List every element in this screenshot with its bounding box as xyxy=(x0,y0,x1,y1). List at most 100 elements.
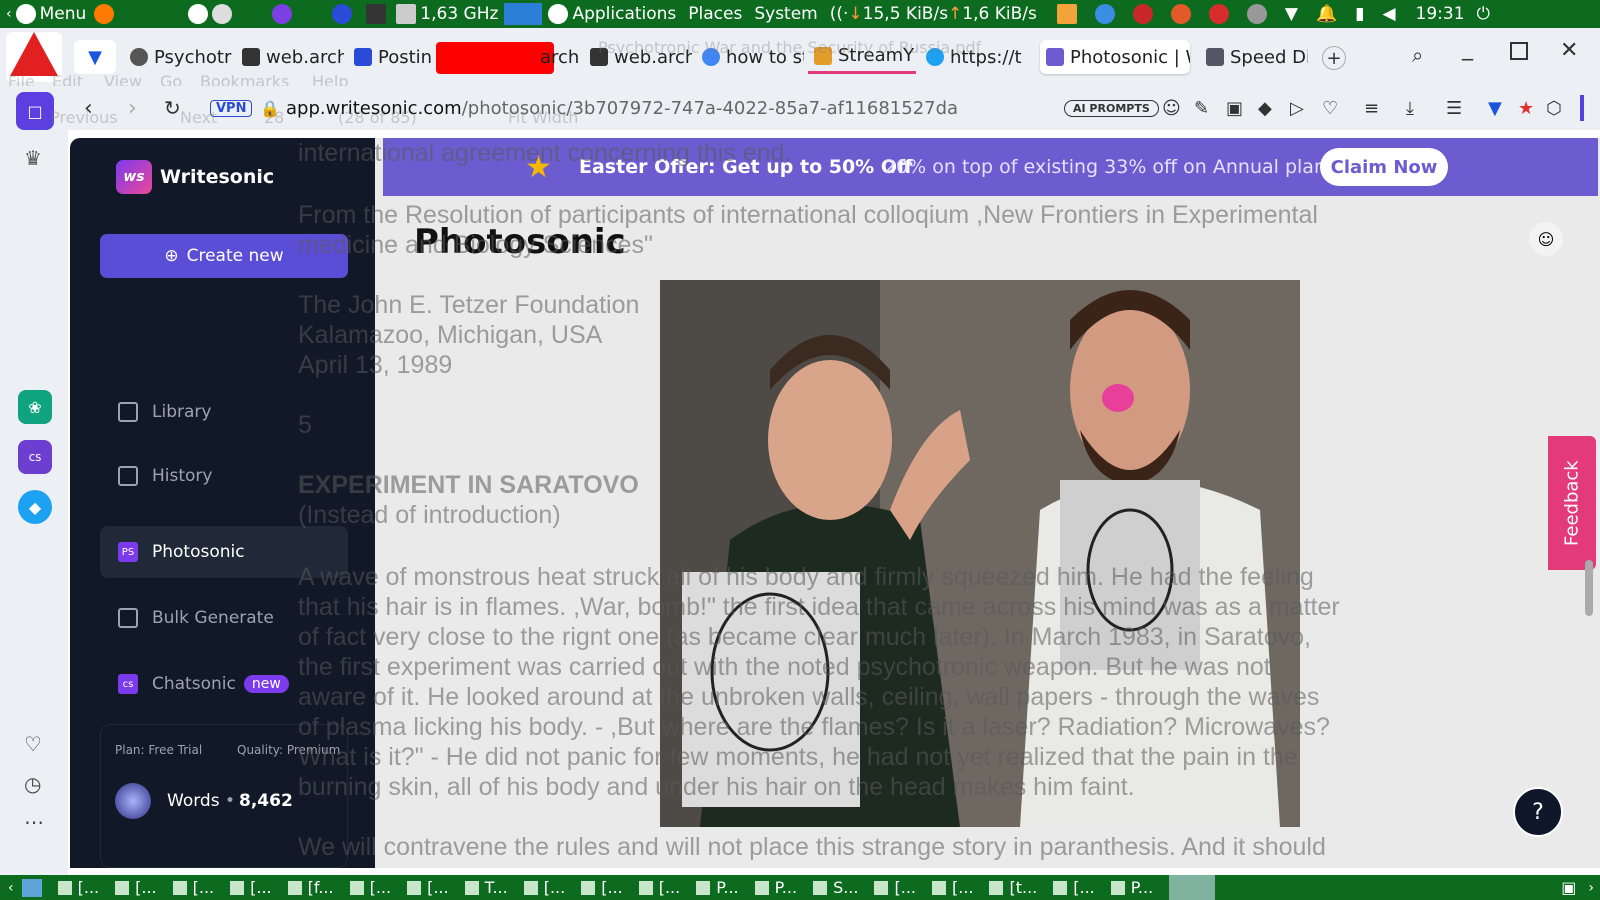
qbittorrent-icon[interactable] xyxy=(1094,4,1115,24)
chatsonic-icon[interactable]: cs xyxy=(18,440,52,474)
new-tab-button[interactable]: + xyxy=(1322,46,1346,70)
reader-icon[interactable]: □ xyxy=(16,92,54,130)
tab-speed-dial[interactable]: Speed Di xyxy=(1200,40,1308,74)
tab-photosonic[interactable]: Photosonic | W xyxy=(1040,40,1190,74)
battery-icon[interactable]: ▮ xyxy=(1355,4,1364,24)
ai-prompts-button[interactable]: AI PROMPTS xyxy=(1064,99,1159,117)
chatgpt-icon[interactable]: ❀ xyxy=(18,390,52,424)
taskbar-item[interactable]: [... xyxy=(52,878,110,897)
record-icon[interactable] xyxy=(1208,4,1229,24)
extension-v-icon[interactable]: ▼ xyxy=(1488,98,1502,119)
tab-posting[interactable]: Postin xyxy=(348,40,438,74)
places-menu[interactable]: Places xyxy=(682,4,748,24)
tray-icon[interactable]: ▣ xyxy=(1555,878,1582,897)
wifi-signal-icon[interactable]: ▼ xyxy=(1285,4,1298,24)
taskbar-label: [... xyxy=(427,878,449,897)
forward-button[interactable]: › xyxy=(128,96,137,121)
show-desktop-icon[interactable] xyxy=(21,878,42,897)
gear-icon[interactable] xyxy=(212,4,233,24)
o-icon[interactable] xyxy=(332,4,353,24)
power-icon[interactable]: ⏻ xyxy=(1477,4,1490,24)
twitter-panel-icon[interactable]: ◆ xyxy=(18,490,52,524)
taskbar-item[interactable]: S... xyxy=(807,878,868,897)
nav-history[interactable]: History xyxy=(118,466,212,486)
app-icon[interactable] xyxy=(272,4,293,24)
crown-icon[interactable]: ♛ xyxy=(24,146,42,170)
help-button[interactable]: ? xyxy=(1513,787,1563,837)
cpu-graph xyxy=(504,3,543,25)
send-icon[interactable]: ▷ xyxy=(1290,98,1304,119)
nav-chatsonic[interactable]: cs Chatsonic new xyxy=(118,674,289,694)
taskbar-item[interactable]: [t... xyxy=(983,878,1047,897)
download-icon[interactable]: ⤓ xyxy=(1406,98,1414,119)
a-icon[interactable] xyxy=(188,4,209,24)
reading-list-icon[interactable]: ≡ xyxy=(1364,98,1379,119)
plus-circle-icon: ⊕ xyxy=(164,246,179,266)
taskbar-item[interactable]: P... xyxy=(749,878,807,897)
tab-psychotr[interactable]: Psychotr xyxy=(124,40,232,74)
taskbar-item[interactable]: [... xyxy=(575,878,633,897)
menu-button[interactable]: ‹ Menu xyxy=(0,4,92,24)
nav-photosonic[interactable]: PS Photosonic xyxy=(118,542,245,562)
panel-toggle[interactable] xyxy=(1580,95,1584,121)
taskbar-label: [... xyxy=(951,878,974,897)
taskbar-item[interactable]: P... xyxy=(690,878,748,897)
window-icon xyxy=(638,880,653,895)
tab-webarch-1[interactable]: web.arch xyxy=(236,40,344,74)
terminal-icon[interactable] xyxy=(366,4,387,24)
extension-red-icon[interactable]: ★ xyxy=(1518,98,1534,119)
system-menu[interactable]: System xyxy=(748,4,823,24)
shield-icon[interactable]: ◆ xyxy=(1258,98,1272,119)
settings-sliders-icon[interactable]: ☰ xyxy=(1446,98,1462,119)
edit-icon[interactable]: ✎ xyxy=(1194,98,1209,119)
taskbar-left-arrow[interactable]: ‹ xyxy=(0,880,22,896)
search-icon[interactable]: ⌕ xyxy=(1412,43,1423,67)
taskbar-item[interactable]: P... xyxy=(1105,878,1163,897)
more-icon[interactable]: ⋯ xyxy=(24,810,44,834)
favorite-icon[interactable]: ♡ xyxy=(1322,98,1338,119)
clock[interactable]: 19:31 xyxy=(1410,4,1471,24)
close-window-button[interactable]: ✕ xyxy=(1560,38,1578,63)
taskbar-item[interactable]: [... xyxy=(518,878,576,897)
reload-button[interactable]: ↻ xyxy=(164,96,181,120)
extensions-icon[interactable]: ⬡ xyxy=(1546,98,1562,119)
tab-pinned-icon[interactable]: ▼ xyxy=(74,40,116,74)
taskbar-item[interactable]: [... xyxy=(109,878,167,897)
minimize-button[interactable]: _ xyxy=(1462,36,1473,61)
info-icon[interactable] xyxy=(1246,4,1267,24)
clock-icon[interactable]: ◷ xyxy=(24,772,41,796)
nav-library[interactable]: Library xyxy=(118,402,211,422)
taskbar-active-item[interactable] xyxy=(1169,875,1216,900)
bell-icon[interactable]: 🔔 xyxy=(1316,4,1337,24)
taskbar-item[interactable]: [... xyxy=(633,878,691,897)
applications-menu[interactable]: Applications xyxy=(542,4,682,24)
tab-arch[interactable]: arch xyxy=(540,40,580,74)
pdf-next: Next xyxy=(180,108,218,127)
claim-now-button[interactable]: Claim Now xyxy=(1320,148,1448,186)
taskbar-item[interactable]: [... xyxy=(224,878,282,897)
taskbar-item[interactable]: [f... xyxy=(282,878,344,897)
heart-icon[interactable]: ♡ xyxy=(24,732,42,756)
taskbar-item[interactable]: [... xyxy=(167,878,225,897)
restore-button[interactable] xyxy=(1510,42,1528,60)
feedback-tab[interactable]: Feedback xyxy=(1548,436,1596,570)
user-avatar[interactable]: ☺ xyxy=(1529,222,1563,256)
window-icon xyxy=(287,880,302,895)
taskbar-item[interactable]: T... xyxy=(459,878,518,897)
camera-icon[interactable]: ▣ xyxy=(1226,98,1243,119)
gauge-icon[interactable] xyxy=(1132,4,1153,24)
taskbar-item[interactable]: [... xyxy=(868,878,926,897)
taskbar-item[interactable]: [... xyxy=(926,878,984,897)
emoji-icon[interactable]: ☺ xyxy=(1162,98,1181,119)
taskbar-right-arrow[interactable]: › xyxy=(1582,880,1600,896)
nav-bulk-generate[interactable]: Bulk Generate xyxy=(118,608,274,628)
volume-icon[interactable]: ◀ xyxy=(1382,4,1395,24)
taskbar-item[interactable]: [... xyxy=(344,878,402,897)
taskbar-item[interactable]: [... xyxy=(401,878,459,897)
firefox-icon[interactable] xyxy=(94,4,115,24)
scrollbar-thumb[interactable] xyxy=(1585,560,1593,616)
update-icon[interactable] xyxy=(1170,4,1191,24)
taskbar-item[interactable]: [... xyxy=(1047,878,1105,897)
vlc-icon[interactable] xyxy=(1056,4,1077,24)
tab-label: Speed Di xyxy=(1230,46,1308,68)
